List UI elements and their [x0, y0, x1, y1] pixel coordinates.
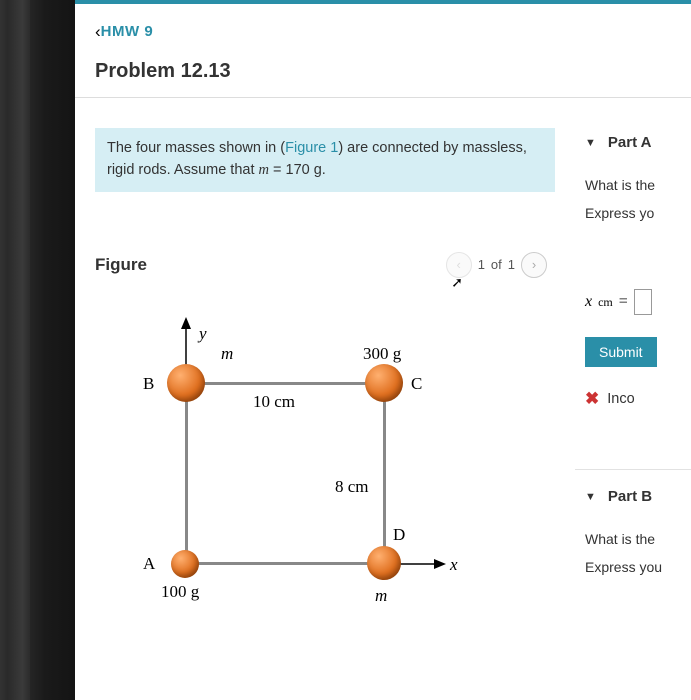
part-b-instruction: Express you: [585, 559, 691, 575]
part-a-instruction: Express yo: [585, 205, 691, 221]
mass-D: [367, 546, 401, 580]
problem-statement: The four masses shown in (Figure 1) are …: [95, 128, 555, 192]
submit-button[interactable]: Submit: [585, 337, 657, 367]
width-label: 10 cm: [253, 392, 295, 412]
feedback-text: Inco: [607, 391, 634, 407]
x-axis-label: x: [450, 555, 458, 575]
answer-var-sub: cm: [598, 295, 613, 310]
part-b-question: What is the: [585, 531, 691, 547]
feedback-row: ✖ Inco: [585, 389, 691, 409]
chevron-down-icon: ▼: [585, 137, 596, 149]
problem-text-post2: = 170 g.: [269, 162, 326, 178]
pager-next-button[interactable]: ›: [521, 252, 547, 278]
mass-C-value: 300 g: [363, 344, 401, 364]
label-C: C: [411, 374, 422, 394]
mass-A-value: 100 g: [161, 582, 199, 602]
part-b-header[interactable]: ▼ Part B: [585, 488, 691, 505]
cursor-icon: ➚: [451, 274, 463, 290]
figure-link[interactable]: Figure 1: [285, 140, 338, 156]
breadcrumb[interactable]: ‹HMW 9: [75, 4, 691, 48]
pager-total: 1: [508, 257, 515, 272]
y-axis-label: y: [199, 324, 207, 344]
equals-sign: =: [619, 293, 628, 311]
page-content: ‹HMW 9 Problem 12.13 The four masses sho…: [75, 0, 691, 700]
answer-input-row: xcm =: [585, 289, 691, 315]
part-a-question: What is the: [585, 177, 691, 193]
breadcrumb-label: HMW 9: [101, 23, 154, 40]
problem-text-pre: The four masses shown in (: [107, 140, 285, 156]
part-divider: [575, 469, 691, 470]
answer-var: x: [585, 293, 592, 311]
mass-A: [171, 550, 199, 578]
answer-input[interactable]: [634, 289, 652, 315]
part-b-label: Part B: [608, 488, 652, 505]
background-desktop-edge: [0, 0, 75, 700]
incorrect-icon: ✖: [585, 389, 599, 409]
figure-heading: Figure: [95, 255, 147, 275]
figure-diagram: y m 300 g B C 10 cm 8 cm D A x 100 g m: [145, 322, 495, 632]
height-label: 8 cm: [335, 477, 369, 497]
pager-of: of: [491, 257, 502, 272]
page-title: Problem 12.13: [75, 48, 691, 97]
mass-m-bottom-label: m: [375, 586, 387, 606]
part-a-header[interactable]: ▼ Part A: [585, 134, 691, 151]
label-A: A: [143, 554, 155, 574]
label-D: D: [393, 525, 405, 545]
part-a-label: Part A: [608, 134, 652, 151]
pager-current: 1: [478, 257, 485, 272]
mass-B: [167, 364, 205, 402]
mass-C: [365, 364, 403, 402]
mass-m-top-label: m: [221, 344, 233, 364]
problem-variable-m: m: [259, 162, 269, 178]
label-B: B: [143, 374, 154, 394]
chevron-down-icon: ▼: [585, 491, 596, 503]
